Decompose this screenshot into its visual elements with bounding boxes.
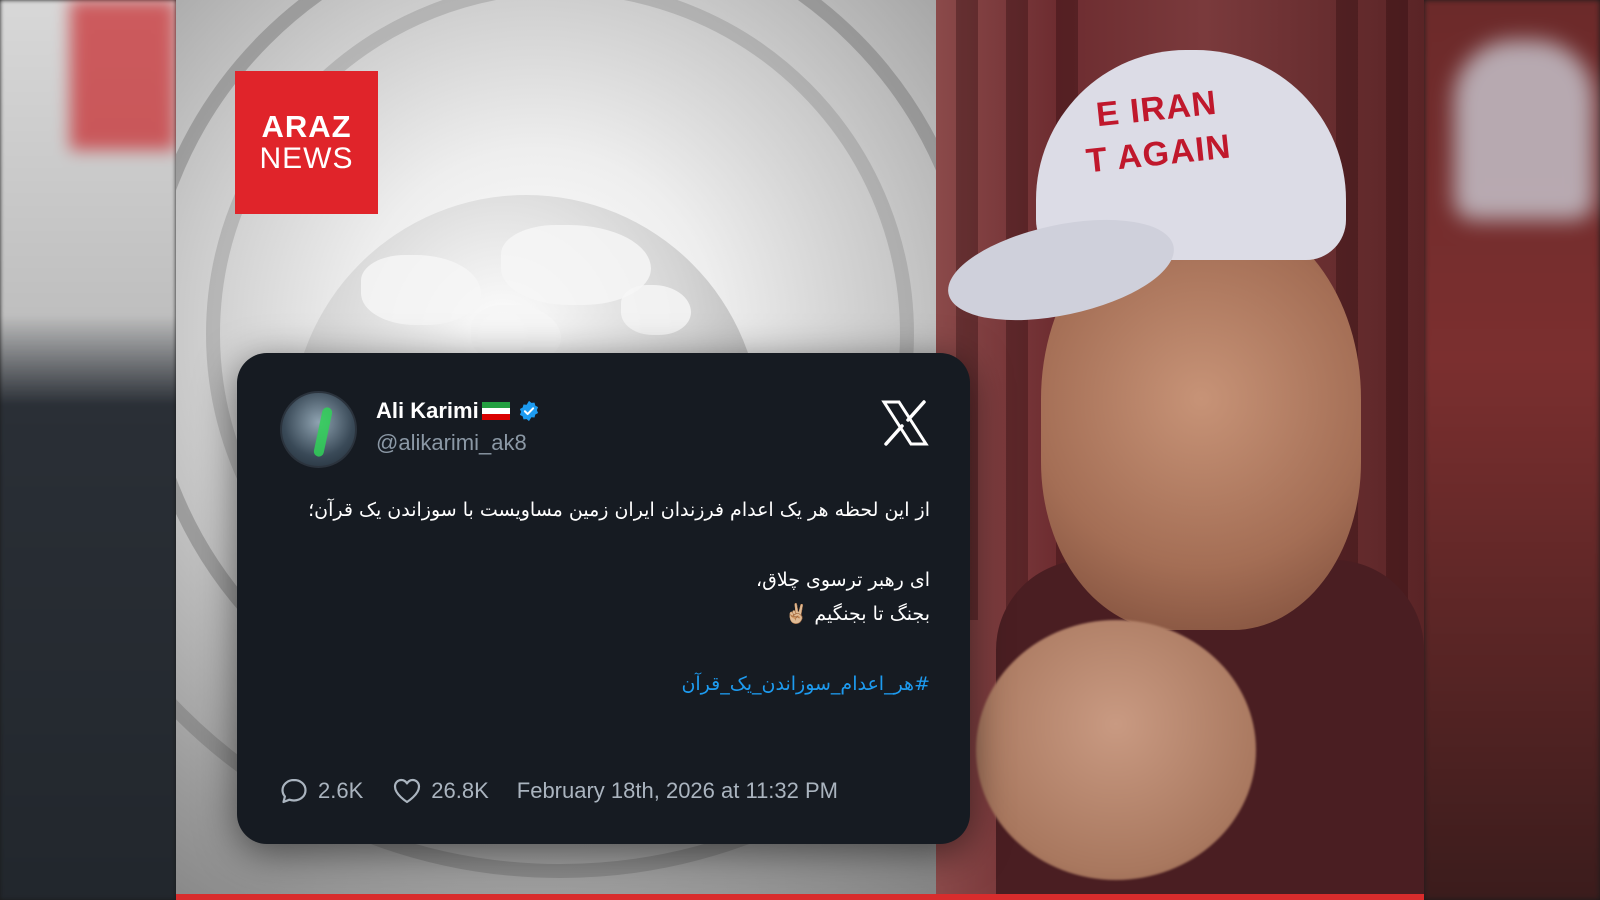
araz-news-logo: ARAZ NEWS bbox=[235, 71, 378, 214]
logo-line1: ARAZ bbox=[261, 109, 352, 144]
display-name[interactable]: Ali Karimi bbox=[376, 398, 540, 424]
heart-icon bbox=[394, 778, 421, 804]
person-hand bbox=[976, 620, 1256, 880]
tweet-paragraph-1: از این لحظه هر یک اعدام فرزندان ایران زم… bbox=[308, 499, 930, 521]
like-count[interactable]: 26.8K bbox=[391, 775, 489, 807]
bottom-accent-line bbox=[176, 894, 1424, 900]
blurred-right-background bbox=[1424, 0, 1600, 900]
tweet-line-3: بجنگ تا بجنگیم ✌🏼 bbox=[784, 603, 930, 625]
like-count-text: 26.8K bbox=[431, 778, 489, 803]
person-cap: E IRAN T AGAIN bbox=[939, 50, 1346, 338]
reply-count[interactable]: 2.6K bbox=[278, 775, 363, 807]
avatar[interactable] bbox=[280, 391, 357, 468]
user-handle[interactable]: @alikarimi_ak8 bbox=[376, 430, 527, 456]
logo-line2: NEWS bbox=[259, 142, 354, 175]
tweet-line-2: ای رهبر ترسوی چلاق، bbox=[755, 569, 930, 591]
tweet-timestamp[interactable]: February 18th, 2026 at 11:32 PM bbox=[517, 778, 838, 804]
reply-bubble-icon bbox=[281, 778, 307, 804]
tweet-card: Ali Karimi @alikarimi_ak8 از این لحظه هر… bbox=[237, 353, 970, 844]
tweet-text: از این لحظه هر یک اعدام فرزندان ایران زم… bbox=[290, 493, 930, 701]
hashtag-link[interactable]: #هر_اعدام_سوزاندن_یک_قرآن bbox=[290, 667, 930, 701]
display-name-text: Ali Karimi bbox=[376, 398, 479, 423]
tweet-meta: 2.6K 26.8K February 18th, 2026 at 11:32 … bbox=[278, 775, 866, 807]
iran-flag-icon bbox=[481, 402, 510, 420]
blurred-left-background bbox=[0, 0, 176, 900]
verified-badge-icon bbox=[519, 400, 538, 422]
reply-count-text: 2.6K bbox=[318, 778, 364, 803]
news-image-frame: E IRAN T AGAIN ARAZ NEWS Ali Karimi @ali… bbox=[176, 0, 1424, 900]
x-logo-icon bbox=[881, 400, 929, 446]
